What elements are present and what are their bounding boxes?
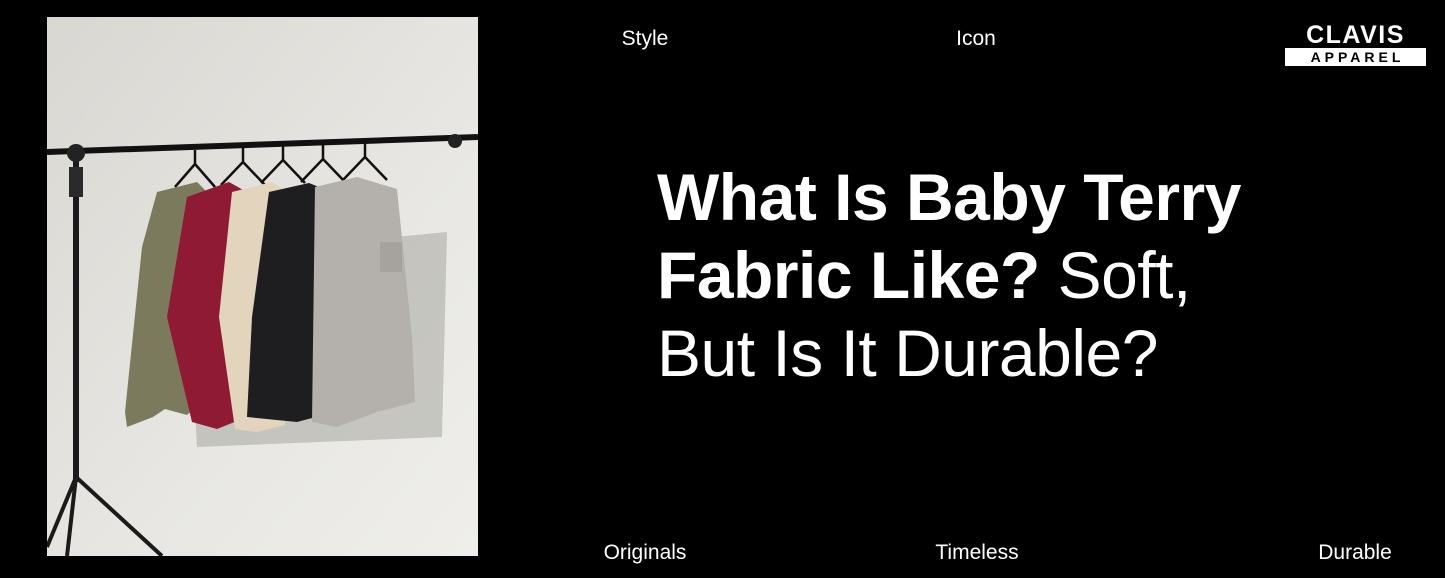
shirt-grey [312, 177, 415, 427]
style-label: Style [621, 27, 669, 50]
clothing-rack-illustration [47, 17, 478, 556]
durable-label: Durable [1318, 541, 1392, 564]
page-title: What Is Baby Terry Fabric Like? Soft, Bu… [657, 158, 1427, 392]
timeless-label: Timeless [935, 541, 1019, 564]
title-bold-line1: What Is Baby Terry [657, 160, 1241, 234]
icon-label: Icon [956, 27, 996, 50]
product-photo [47, 17, 478, 556]
title-light-line2: Soft, [1039, 238, 1192, 312]
originals-label: Originals [603, 541, 687, 564]
title-bold-line2: Fabric Like? [657, 238, 1040, 312]
brand-logo[interactable]: CLAVIS APPAREL [1285, 23, 1426, 66]
shirt-pocket [380, 242, 402, 272]
logo-wordmark-bottom: APPAREL [1285, 48, 1426, 66]
crossbar-end [448, 134, 462, 148]
stand-clamp [69, 167, 83, 197]
title-light-line3: But Is It Durable? [657, 316, 1158, 390]
crossbar-joint [67, 144, 85, 162]
logo-wordmark-top: CLAVIS [1306, 21, 1405, 49]
stand-pole [73, 152, 79, 482]
